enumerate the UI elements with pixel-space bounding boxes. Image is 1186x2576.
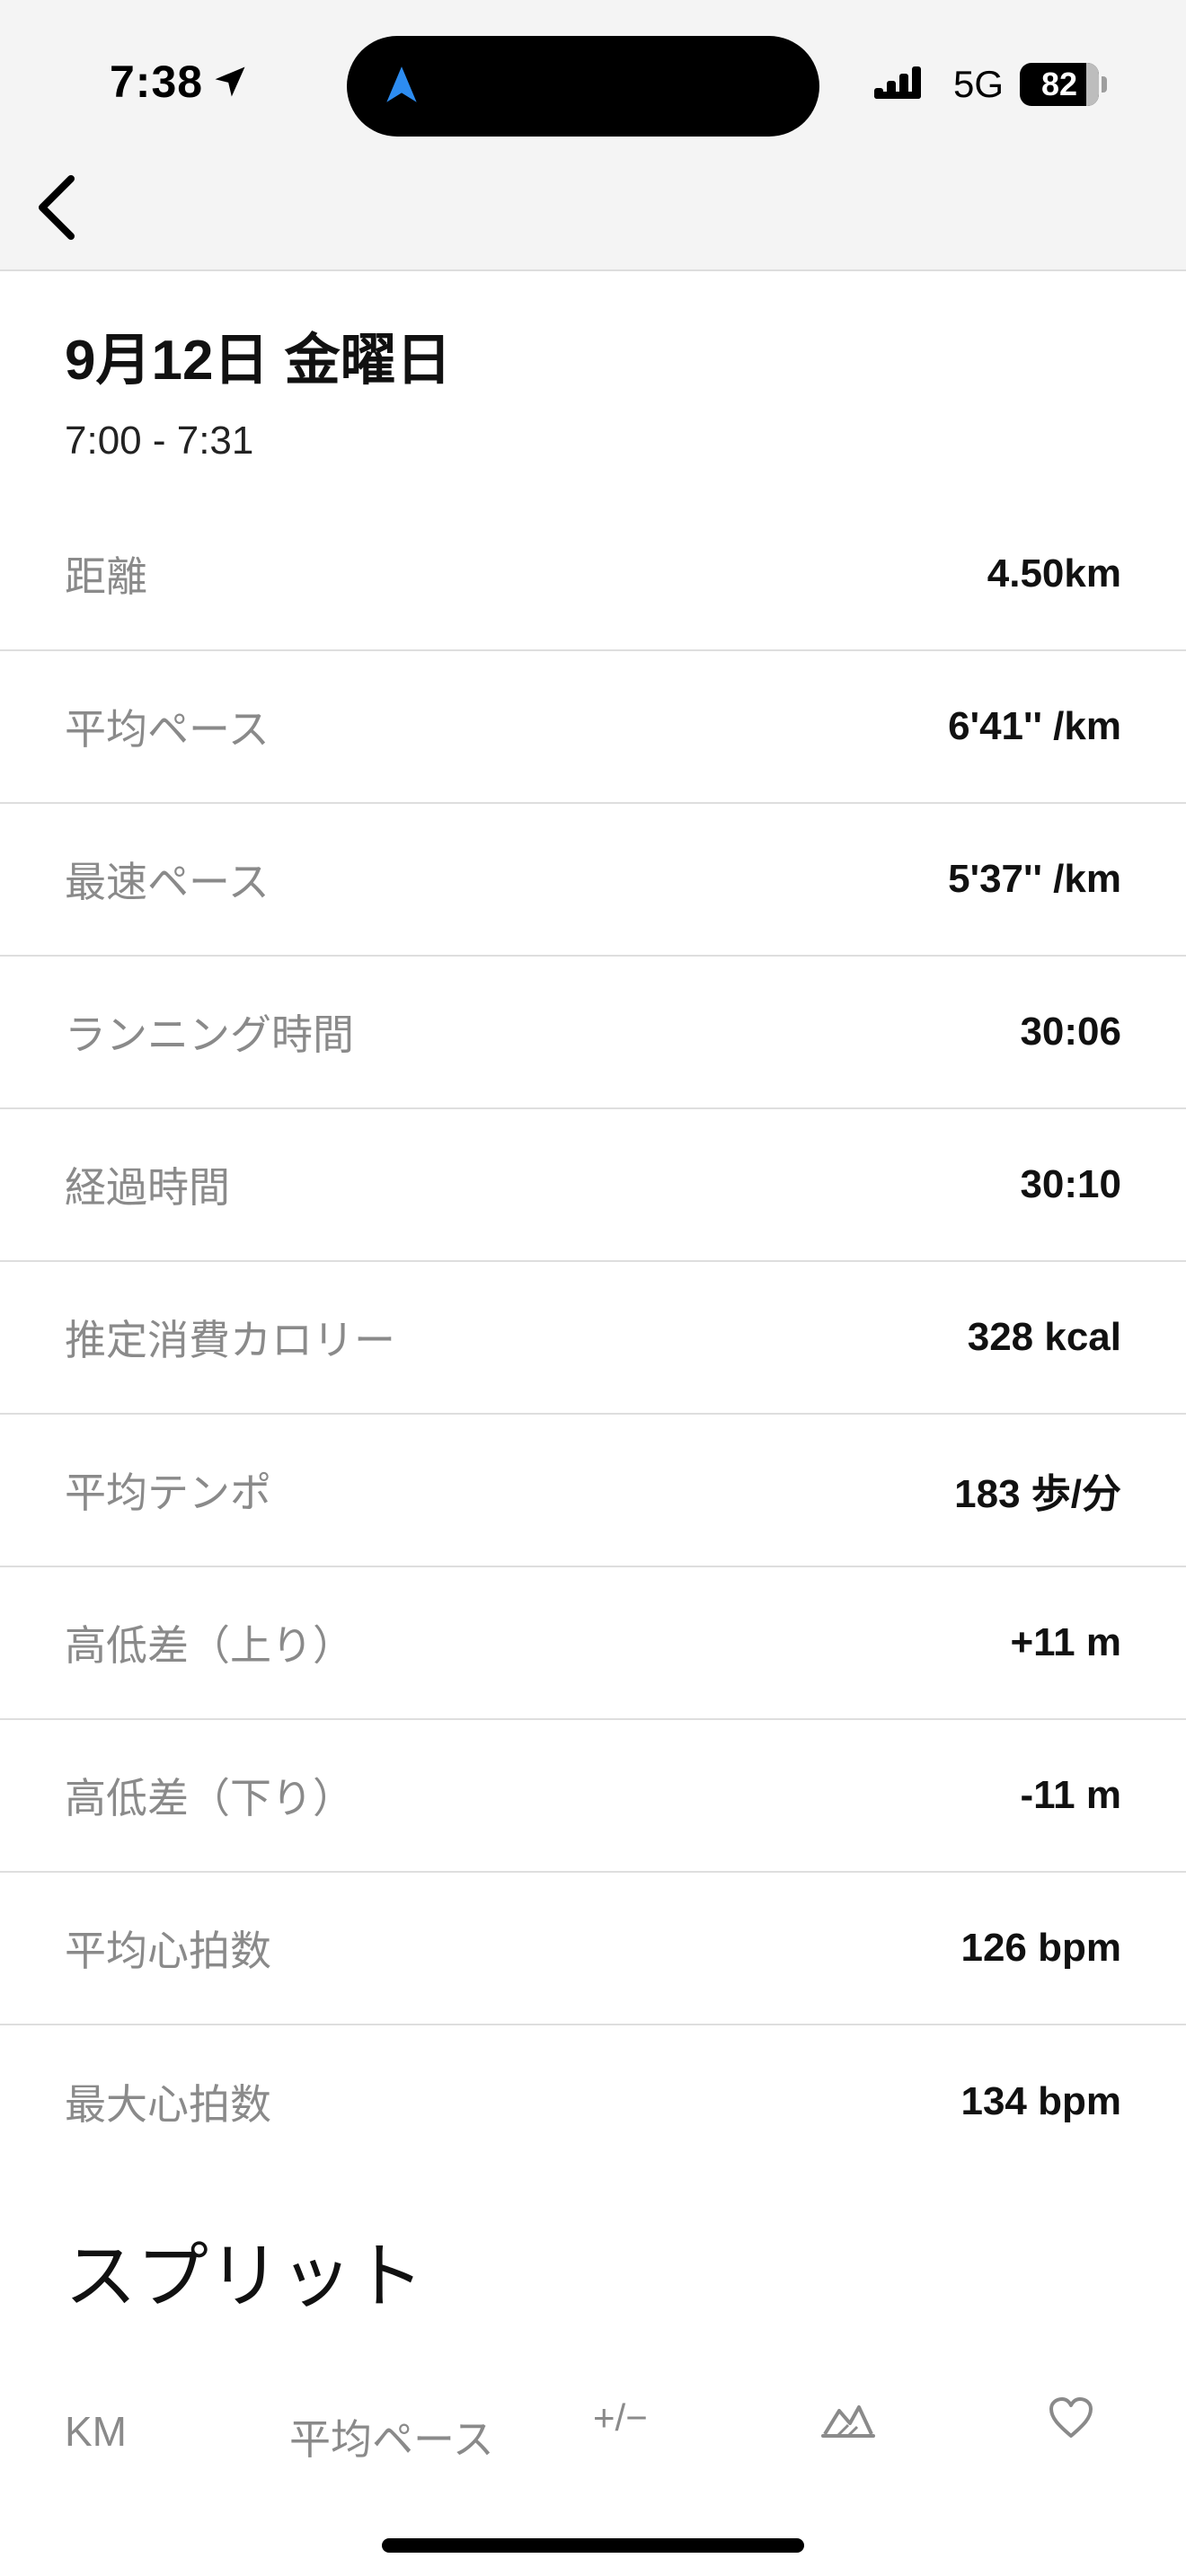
stat-value: 183 歩/分 — [954, 1472, 1121, 1516]
stat-value: 134 bpm — [960, 2079, 1121, 2123]
stat-label: 距離 — [65, 553, 147, 600]
battery-level: 82 — [1040, 66, 1078, 102]
status-time-text: 7:38 — [110, 57, 204, 107]
stat-label: 平均心拍数 — [65, 1928, 271, 1974]
stat-label: 最大心拍数 — [65, 2081, 271, 2128]
elevation-icon — [821, 2398, 875, 2451]
stat-row-elapsed-time: 経過時間 30:10 — [0, 1109, 1186, 1262]
splits-column-pace: 平均ペース — [289, 2416, 494, 2463]
stats-list: 距離 4.50km 平均ペース 6'41'' /km 最速ペース 5'37'' … — [0, 498, 1186, 2178]
splits-column-diff: +/− — [593, 2396, 648, 2439]
network-type: 5G — [952, 63, 1004, 105]
home-indicator[interactable] — [382, 2538, 804, 2553]
stat-value: -11 m — [1020, 1773, 1121, 1817]
stat-row-fastest-pace: 最速ペース 5'37'' /km — [0, 804, 1186, 957]
splits-column-km: KM — [65, 2408, 127, 2455]
splits-header: KM 平均ペース +/− — [0, 2389, 1186, 2470]
battery-icon: 82 — [1020, 63, 1107, 106]
heart-icon — [1048, 2396, 1094, 2449]
stat-label: 最速ペース — [65, 859, 270, 905]
splits-title: スプリット — [65, 2236, 424, 2316]
activity-date: 9月12日 金曜日 — [65, 330, 452, 392]
back-button[interactable] — [29, 167, 83, 248]
stat-value: 126 bpm — [960, 1926, 1121, 1970]
chevron-left-icon — [39, 175, 75, 240]
stat-label: 高低差（上り） — [65, 1622, 354, 1669]
stat-row-elevation-gain: 高低差（上り） +11 m — [0, 1567, 1186, 1720]
stat-label: 高低差（下り） — [65, 1775, 354, 1822]
cellular-signal-icon — [873, 66, 921, 99]
stat-label: 経過時間 — [65, 1164, 230, 1211]
stat-label: 平均テンポ — [65, 1469, 271, 1516]
stat-label: ランニング時間 — [65, 1011, 354, 1058]
stat-row-average-heart-rate: 平均心拍数 126 bpm — [0, 1873, 1186, 2025]
stat-value: 30:10 — [1020, 1162, 1121, 1206]
stat-value: 328 kcal — [967, 1315, 1121, 1359]
stat-label: 推定消費カロリー — [65, 1317, 395, 1363]
stat-row-cadence: 平均テンポ 183 歩/分 — [0, 1415, 1186, 1567]
stat-row-elevation-loss: 高低差（下り） -11 m — [0, 1720, 1186, 1873]
location-arrow-icon — [215, 66, 245, 97]
stat-row-average-pace: 平均ペース 6'41'' /km — [0, 651, 1186, 804]
stat-value: +11 m — [1010, 1620, 1121, 1664]
dynamic-island — [347, 36, 819, 137]
status-time: 7:38 — [110, 56, 250, 108]
stat-value: 5'37'' /km — [948, 857, 1121, 901]
top-bar: 7:38 5G 82 — [0, 0, 1186, 271]
stat-value: 4.50km — [987, 551, 1121, 595]
stat-row-running-time: ランニング時間 30:06 — [0, 957, 1186, 1109]
stat-row-calories: 推定消費カロリー 328 kcal — [0, 1262, 1186, 1415]
stat-value: 30:06 — [1020, 1010, 1121, 1054]
stat-label: 平均ペース — [65, 706, 270, 753]
stat-value: 6'41'' /km — [948, 704, 1121, 748]
stat-row-max-heart-rate: 最大心拍数 134 bpm — [0, 2025, 1186, 2178]
status-indicators: 5G 82 — [873, 63, 1107, 106]
stat-row-distance: 距離 4.50km — [0, 498, 1186, 651]
activity-time-range: 7:00 - 7:31 — [65, 419, 254, 463]
navigation-arrow-icon — [386, 66, 417, 102]
